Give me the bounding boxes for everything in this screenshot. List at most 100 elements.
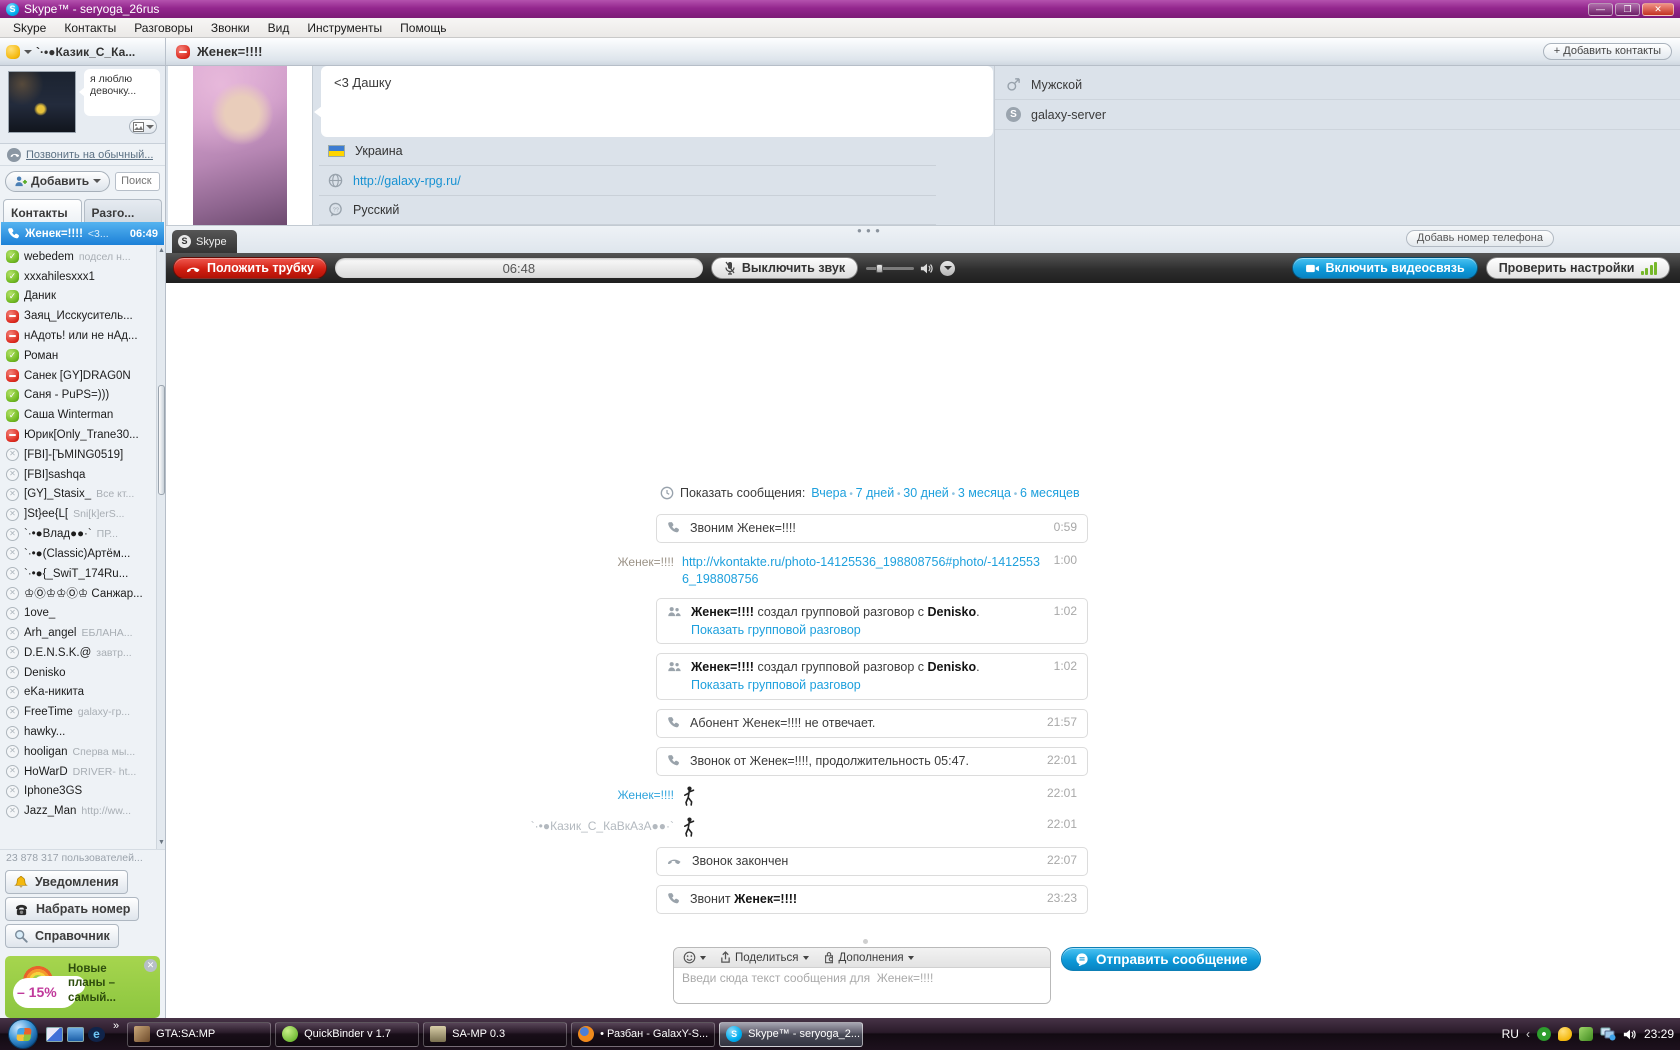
menu-item-5[interactable]: Инструменты <box>298 19 391 37</box>
contact-row[interactable]: Юрик[Only_Trane30... <box>4 425 155 445</box>
contact-row[interactable]: xxxahilesxxx1 <box>4 267 155 287</box>
ad-banner[interactable]: – 15% Новые планы – самый... ✕ <box>5 956 160 1018</box>
search-input[interactable] <box>115 171 160 191</box>
show-desktop-icon[interactable] <box>46 1026 63 1042</box>
show-group-conversation-link[interactable]: Показать групповой разговор <box>691 677 861 694</box>
history-link[interactable]: 7 дней <box>856 486 895 500</box>
hangup-button[interactable]: Положить трубку <box>173 257 327 279</box>
contact-row[interactable]: Роман <box>4 346 155 366</box>
menu-item-1[interactable]: Контакты <box>55 19 125 37</box>
skype-tray-icon[interactable] <box>1557 1027 1572 1041</box>
send-message-button[interactable]: Отправить сообщение <box>1061 947 1262 971</box>
menu-item-2[interactable]: Разговоры <box>125 19 202 37</box>
contact-row[interactable]: Саша Winterman <box>4 405 155 425</box>
taskbar-button-samp[interactable]: SA-MP 0.3 <box>423 1021 568 1047</box>
taskbar-button-quickbinder[interactable]: QuickBinder v 1.7 <box>275 1021 420 1047</box>
contact-row[interactable]: нАдоть! или не нАд... <box>4 326 155 346</box>
sidebar-button-bell[interactable]: Уведомления <box>5 870 128 894</box>
taskbar-clock[interactable]: 23:29 <box>1644 1027 1674 1041</box>
contact-row[interactable]: Arh_angel ЕБЛАНА... <box>4 623 155 643</box>
sidebar-button-dialphone[interactable]: Набрать номер <box>5 897 140 921</box>
minimize-button[interactable]: — <box>1588 2 1613 16</box>
active-call-contact[interactable]: Женек=!!!! <3... 06:49 <box>1 222 164 245</box>
tab-skype[interactable]: S Skype <box>172 230 237 253</box>
history-link[interactable]: 3 месяца <box>958 486 1011 500</box>
maximize-button[interactable]: ❐ <box>1615 2 1640 16</box>
contact-row[interactable]: `·•●{_SwiT_174Ru... <box>4 564 155 584</box>
taskbar-button-skype[interactable]: S Skype™ - seryoga_2... <box>719 1021 864 1047</box>
add-phone-number-button[interactable]: Добавь номер телефона <box>1405 230 1554 247</box>
contact-row[interactable]: FreeTime galaxy-гр... <box>4 702 155 722</box>
call-landline-link[interactable]: Позвонить на обычный... <box>0 144 165 166</box>
tab-contacts[interactable]: Контакты <box>3 199 82 222</box>
close-icon[interactable]: ✕ <box>144 959 157 972</box>
contact-row[interactable]: Iphone3GS <box>4 782 155 802</box>
splitter-handle[interactable]: ● ● ● <box>857 226 881 235</box>
contact-row[interactable]: ♔Ⓞ♔♔Ⓞ♔ Санжар... <box>4 584 155 604</box>
contact-row[interactable]: hooligan Сперва мы... <box>4 742 155 762</box>
history-link[interactable]: 30 дней <box>903 486 949 500</box>
taskbar-button-firefox[interactable]: • Разбан - GalaxY-S... <box>571 1021 716 1047</box>
contact-row[interactable]: [GY]_Stasix_ Все кт... <box>4 485 155 505</box>
contact-row[interactable]: eKa-никита <box>4 683 155 703</box>
tab-conversations[interactable]: Разго... <box>83 199 162 222</box>
self-avatar[interactable] <box>8 71 76 133</box>
emoticon-picker-button[interactable] <box>683 951 706 964</box>
contact-row[interactable]: ]St}ee{L[Sni[k]erS... <box>4 504 155 524</box>
scrollbar-thumb[interactable] <box>158 385 165 495</box>
volume-knob[interactable] <box>876 263 884 273</box>
volume-slider[interactable] <box>866 263 915 273</box>
contact-row[interactable]: Саня - PuPS=))) <box>4 386 155 406</box>
chat-log[interactable]: Показать сообщения: Вчера • 7 дней • 30 … <box>166 283 1680 940</box>
switch-windows-icon[interactable] <box>67 1026 84 1042</box>
scroll-up-icon[interactable]: ▲ <box>158 246 165 256</box>
contact-row[interactable]: 1ove_ <box>4 603 155 623</box>
menu-item-3[interactable]: Звонки <box>202 19 259 37</box>
contact-row[interactable]: D.E.N.S.K.@ завтр... <box>4 643 155 663</box>
add-contact-button[interactable]: Добавить <box>5 170 111 192</box>
menu-item-4[interactable]: Вид <box>259 19 299 37</box>
contact-row[interactable]: hawky... <box>4 722 155 742</box>
close-button[interactable]: ✕ <box>1642 2 1674 16</box>
taskbar-button-gta[interactable]: GTA:SA:MP <box>127 1021 272 1047</box>
scroll-down-icon[interactable]: ▼ <box>158 838 165 848</box>
check-settings-button[interactable]: Проверить настройки <box>1485 257 1670 279</box>
contact-row[interactable]: Denisko <box>4 663 155 683</box>
contact-row[interactable]: [FBI]-[ЪMING0519] <box>4 445 155 465</box>
contact-row[interactable]: Заяц_Исскуситель... <box>4 306 155 326</box>
quicklaunch-overflow-chevron[interactable]: » <box>113 1018 119 1032</box>
window-titlebar[interactable]: S Skype™ - seryoga_26rus — ❐ ✕ <box>0 0 1680 18</box>
avatar-photo-button[interactable] <box>129 119 157 134</box>
add-contacts-button[interactable]: + Добавить контакты <box>1542 43 1672 60</box>
internet-explorer-icon[interactable]: e <box>88 1026 105 1042</box>
app-tray-icon[interactable] <box>1578 1027 1593 1041</box>
extras-menu-button[interactable]: Дополнения <box>823 951 914 964</box>
contact-list-scrollbar[interactable]: ▲ ▼ <box>156 245 165 849</box>
history-link[interactable]: Вчера <box>811 486 846 500</box>
contact-row[interactable]: Даник <box>4 287 155 307</box>
self-profile-button[interactable]: `·•●Казик_С_Ка... <box>0 38 166 65</box>
message-link[interactable]: http://vkontakte.ru/photo-14125536_19880… <box>682 554 1042 588</box>
contact-row[interactable]: Санек [GY]DRAG0N <box>4 366 155 386</box>
network-tray-icon[interactable] <box>1600 1027 1616 1041</box>
contact-row[interactable]: `·•●(Classic)Артём... <box>4 544 155 564</box>
mute-button[interactable]: Выключить звук <box>710 257 859 279</box>
peer-avatar[interactable] <box>193 66 287 225</box>
contact-row[interactable]: `·•●Влад●●·` ПР... <box>4 524 155 544</box>
volume-menu-button[interactable] <box>940 260 956 276</box>
message-input[interactable] <box>674 968 1050 1003</box>
self-mood-bubble[interactable]: я люблю девочку... <box>79 69 160 116</box>
contact-row[interactable]: webedem подсел н... <box>4 247 155 267</box>
contact-row[interactable]: [FBI]sashqa <box>4 465 155 485</box>
volume-tray-icon[interactable] <box>1623 1028 1637 1041</box>
tray-expand-arrow[interactable]: ‹ <box>1526 1027 1530 1041</box>
sidebar-button-magnifier[interactable]: Справочник <box>5 924 119 948</box>
website-link[interactable]: http://galaxy-rpg.ru/ <box>353 174 461 188</box>
composer-splitter-handle[interactable] <box>863 939 868 944</box>
antivirus-tray-icon[interactable] <box>1536 1027 1551 1041</box>
menu-item-0[interactable]: Skype <box>4 19 55 37</box>
history-link[interactable]: 6 месяцев <box>1020 486 1080 500</box>
start-button[interactable] <box>8 1019 38 1049</box>
share-menu-button[interactable]: Поделиться <box>720 951 809 964</box>
show-group-conversation-link[interactable]: Показать групповой разговор <box>691 622 861 639</box>
